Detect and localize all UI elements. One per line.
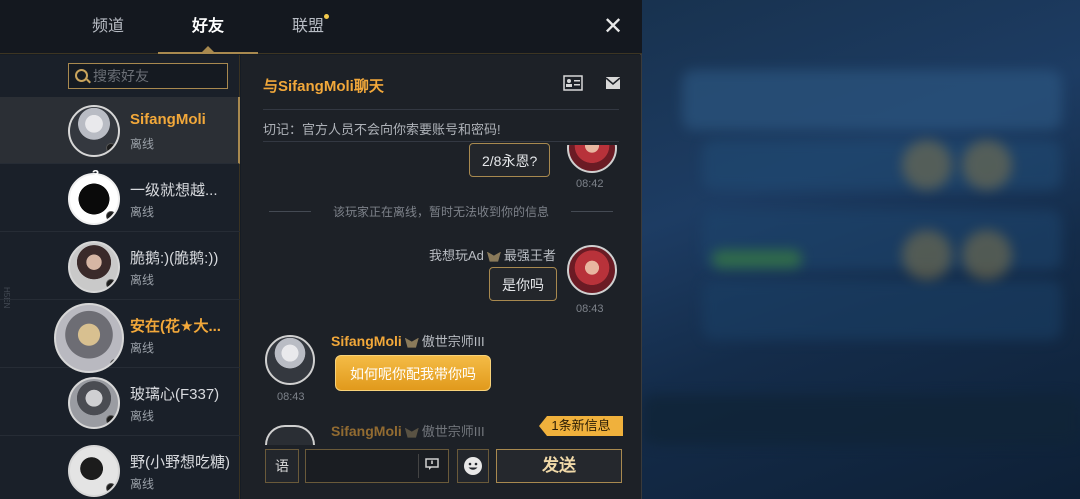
- rank-icon: [404, 427, 419, 438]
- status-indicator: [106, 211, 116, 221]
- offline-notice: 该玩家正在离线，暂时无法收到你的信息: [269, 203, 613, 219]
- sender-rank: 傲世宗师III: [421, 334, 485, 349]
- friend-name: SifangMoli: [130, 111, 206, 128]
- profile-card-icon[interactable]: [563, 75, 583, 91]
- friend-avatar: [265, 335, 315, 385]
- friend-name: 一级就想越...: [130, 182, 218, 199]
- friend-item[interactable]: 安在(花★大... 离线: [0, 301, 240, 373]
- friend-status: 离线: [130, 137, 155, 151]
- voice-icon: 语: [275, 458, 289, 474]
- sender-name: SifangMoli: [331, 333, 402, 349]
- friend-item[interactable]: 3 一级就想越... 离线: [0, 165, 240, 232]
- message-bubble: 2/8永恩?: [469, 143, 551, 177]
- friend-status: 离线: [130, 273, 155, 287]
- new-message-badge[interactable]: 1条新信息: [539, 416, 623, 436]
- emoji-button[interactable]: [457, 449, 489, 483]
- notification-dot: [324, 14, 329, 19]
- status-indicator: [110, 359, 120, 369]
- avatar: [68, 241, 120, 293]
- social-panel: 频道 好友 联盟 ✕ H5EN SifangMoli 离线 3 一级就想越...…: [0, 0, 642, 499]
- rank-icon: [404, 337, 419, 348]
- sender-rank: 傲世宗师III: [421, 424, 485, 439]
- friend-item[interactable]: 脆鹅:)(脆鹅:)) 离线: [0, 233, 240, 300]
- status-indicator: [106, 415, 116, 425]
- close-icon: ✕: [602, 13, 624, 40]
- message-bubble: 是你吗: [489, 267, 557, 301]
- avatar: [68, 377, 120, 429]
- warning-divider: [263, 141, 619, 142]
- friend-status: 离线: [130, 477, 155, 491]
- message-time: 08:43: [277, 391, 305, 403]
- message-sender: SifangMoli 傲世宗师III: [331, 331, 485, 350]
- sender-rank: 最强王者: [503, 248, 556, 263]
- avatar: [54, 303, 124, 373]
- sender-title: 我想玩Ad: [429, 248, 484, 263]
- tab-alliance[interactable]: 联盟: [258, 0, 358, 54]
- friend-item[interactable]: 玻璃心(F337) 离线: [0, 369, 240, 436]
- friend-item-sifangmoli[interactable]: SifangMoli 离线: [0, 97, 240, 164]
- tab-channel[interactable]: 频道: [58, 0, 158, 54]
- friend-name: 脆鹅:)(脆鹅:)): [130, 250, 219, 267]
- friend-search[interactable]: [68, 63, 228, 89]
- message-sender: SifangMoli 傲世宗师III: [331, 421, 485, 440]
- quick-message-icon[interactable]: [418, 454, 444, 478]
- safety-warning: 切记：官方人员不会向你索要账号和密码!: [263, 122, 501, 137]
- offline-notice-text: 该玩家正在离线，暂时无法收到你的信息: [332, 205, 549, 219]
- message-input[interactable]: [305, 449, 449, 483]
- rank-icon: [486, 251, 501, 262]
- friend-status: 离线: [130, 205, 155, 219]
- message-time: 08:43: [576, 303, 604, 315]
- tab-friends[interactable]: 好友: [158, 0, 258, 54]
- friend-name: 野(小野想吃糖): [130, 454, 230, 471]
- close-button[interactable]: ✕: [600, 14, 626, 40]
- tab-label: 频道: [91, 18, 124, 35]
- friend-name: 玻璃心(F337): [130, 386, 220, 403]
- header-divider: [263, 109, 619, 110]
- search-icon: [75, 69, 88, 82]
- my-avatar: [567, 145, 617, 173]
- avatar: [68, 445, 120, 497]
- send-button[interactable]: 发送: [496, 449, 622, 483]
- emoji-icon: [464, 457, 482, 475]
- chat-panel: 与SifangMoli聊天 切记：官方人员不会向你索要账号和密码! 2/8永恩?…: [241, 55, 641, 499]
- avatar: [68, 105, 120, 157]
- chat-input-bar: 语 发送: [241, 445, 641, 499]
- level-badge: 3: [92, 167, 100, 182]
- my-avatar: [567, 245, 617, 295]
- chat-title: 与SifangMoli聊天: [263, 78, 384, 95]
- tab-label: 好友: [191, 18, 224, 35]
- mail-icon[interactable]: [605, 75, 625, 91]
- message-sender: 我想玩Ad 最强王者: [429, 245, 556, 264]
- background-game-view: [642, 0, 1080, 499]
- message-bubble: 如何呢你配我带你吗: [335, 355, 491, 391]
- friend-name: 安在(花★大...: [130, 318, 221, 335]
- voice-button[interactable]: 语: [265, 449, 299, 483]
- tab-label: 联盟: [291, 18, 324, 35]
- status-indicator: [106, 279, 116, 289]
- search-input[interactable]: [93, 66, 223, 86]
- friend-avatar: [265, 425, 315, 445]
- friend-status: 离线: [130, 341, 155, 355]
- active-tab-caret: [202, 46, 214, 52]
- message-time: 08:42: [576, 178, 604, 190]
- tab-bar: 频道 好友 联盟 ✕: [0, 0, 642, 54]
- sender-name: SifangMoli: [331, 423, 402, 439]
- status-indicator: [106, 143, 116, 153]
- friend-status: 离线: [130, 409, 155, 423]
- status-indicator: [106, 483, 116, 493]
- friend-list: H5EN SifangMoli 离线 3 一级就想越... 离线 脆鹅:)(脆鹅…: [0, 55, 240, 499]
- friend-item[interactable]: 野(小野想吃糖) 离线: [0, 437, 240, 499]
